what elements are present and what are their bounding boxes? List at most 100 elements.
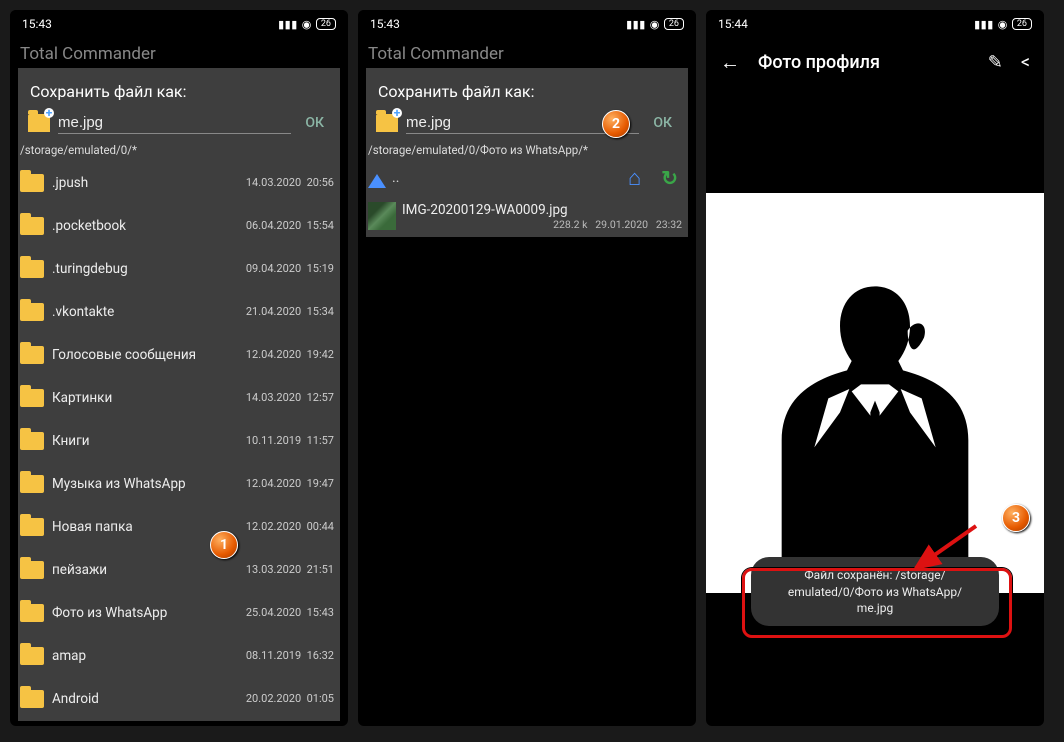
folder-row[interactable]: Музыка из WhatsApp 12.04.2020 19:47	[18, 462, 340, 505]
app-title: Total Commander	[358, 38, 696, 64]
image-thumbnail	[368, 202, 396, 230]
folder-icon	[20, 217, 44, 235]
parent-dir-label[interactable]: ..	[392, 170, 624, 186]
file-name: IMG-20200129-WA0009.jpg	[402, 202, 682, 218]
home-icon[interactable]: ⌂	[628, 165, 641, 191]
status-bar: 15:44 ▮▮▮ ◉ 26	[706, 10, 1044, 38]
folder-meta: 14.03.2020 12:57	[200, 380, 334, 415]
dialog-title: Сохранить файл как:	[18, 78, 340, 111]
folder-name: Новая папка	[52, 519, 200, 535]
annotation-badge-2: 2	[602, 110, 630, 138]
folder-list[interactable]: .jpush 14.03.2020 20:56.pocketbook 06.04…	[18, 161, 340, 721]
dialog-title: Сохранить файл как:	[366, 78, 688, 111]
folder-icon	[20, 604, 44, 622]
profile-photo	[706, 193, 1044, 593]
folder-name: Android	[52, 691, 200, 707]
folder-row[interactable]: .vkontakte 21.04.2020 15:34	[18, 290, 340, 333]
folder-icon	[20, 518, 44, 536]
folder-icon	[20, 647, 44, 665]
folder-row[interactable]: Картинки 14.03.2020 12:57	[18, 376, 340, 419]
clock: 15:43	[370, 17, 400, 31]
folder-name: .pocketbook	[52, 218, 200, 234]
clock: 15:44	[718, 17, 748, 31]
edit-icon[interactable]: ✎	[988, 52, 1003, 73]
signal-icon: ▮▮▮	[626, 18, 646, 31]
folder-meta: 08.11.2019 16:32	[200, 638, 334, 673]
folder-name: Голосовые сообщения	[52, 347, 200, 363]
folder-name: .jpush	[52, 175, 200, 191]
folder-meta: 21.04.2020 15:34	[200, 294, 334, 329]
screenshot-2: 15:43 ▮▮▮ ◉ 26 Total Commander Сохранить…	[358, 10, 696, 726]
battery-percent: 26	[316, 18, 336, 30]
current-path: /storage/emulated/0/Фото из WhatsApp/*	[366, 141, 688, 161]
folder-meta: 06.04.2020 15:54	[200, 208, 334, 243]
status-bar: 15:43 ▮▮▮ ◉ 26	[358, 10, 696, 38]
folder-icon	[20, 432, 44, 450]
folder-name: .turingdebug	[52, 261, 200, 277]
folder-name: пейзажи	[52, 562, 200, 578]
share-icon[interactable]: <	[1021, 52, 1030, 73]
signal-icon: ▮▮▮	[974, 18, 994, 31]
status-bar: 15:43 ▮▮▮ ◉ 26	[10, 10, 348, 38]
folder-icon	[20, 346, 44, 364]
new-folder-icon[interactable]	[28, 114, 50, 132]
folder-meta: 12.04.2020 19:47	[200, 466, 334, 501]
folder-icon	[20, 303, 44, 321]
annotation-arrow	[904, 520, 984, 580]
ok-button[interactable]: ОК	[647, 111, 678, 135]
folder-meta: 09.04.2020 15:19	[200, 251, 334, 286]
folder-meta: 20.02.2020 01:05	[200, 681, 334, 716]
annotation-badge-1: 1	[210, 531, 238, 559]
refresh-icon[interactable]: ↻	[661, 166, 678, 190]
folder-meta: 10.11.2019 11:57	[200, 423, 334, 458]
battery-percent: 26	[664, 18, 684, 30]
save-dialog: Сохранить файл как: ОК /storage/emulated…	[18, 68, 340, 721]
folder-icon	[20, 561, 44, 579]
folder-toolbar: .. ⌂ ↻	[366, 161, 688, 195]
annotation-badge-3: 3	[1002, 504, 1030, 532]
folder-row[interactable]: .jpush 14.03.2020 20:56	[18, 161, 340, 204]
folder-row[interactable]: Книги 10.11.2019 11:57	[18, 419, 340, 462]
folder-name: Музыка из WhatsApp	[52, 476, 200, 492]
folder-row[interactable]: .turingdebug 09.04.2020 15:19	[18, 247, 340, 290]
folder-name: amap	[52, 648, 200, 664]
file-row[interactable]: IMG-20200129-WA0009.jpg 228.2 k 29.01.20…	[366, 195, 688, 237]
profile-header: ← Фото профиля ✎ <	[706, 38, 1044, 83]
folder-row[interactable]: Новая папка 12.02.2020 00:44	[18, 505, 340, 548]
folder-meta: 14.03.2020 20:56	[200, 165, 334, 200]
folder-meta: 25.04.2020 15:43	[200, 595, 334, 630]
folder-row[interactable]: .pocketbook 06.04.2020 15:54	[18, 204, 340, 247]
folder-name: Книги	[52, 433, 200, 449]
folder-name: Картинки	[52, 390, 200, 406]
wifi-icon: ◉	[998, 18, 1008, 31]
folder-row[interactable]: amap 08.11.2019 16:32	[18, 634, 340, 677]
folder-row[interactable]: Фото из WhatsApp 25.04.2020 15:43	[18, 591, 340, 634]
folder-icon	[20, 475, 44, 493]
page-title: Фото профиля	[758, 52, 970, 73]
up-arrow-icon[interactable]	[368, 168, 388, 188]
wifi-icon: ◉	[650, 18, 660, 31]
folder-icon	[20, 174, 44, 192]
clock: 15:43	[22, 17, 52, 31]
folder-name: Фото из WhatsApp	[52, 605, 200, 621]
wifi-icon: ◉	[302, 18, 312, 31]
signal-icon: ▮▮▮	[278, 18, 298, 31]
folder-row[interactable]: backups 09.04.2020 15:19	[18, 720, 340, 721]
ok-button[interactable]: ОК	[299, 111, 330, 135]
folder-row[interactable]: пейзажи 13.03.2020 21:51	[18, 548, 340, 591]
folder-row[interactable]: Голосовые сообщения 12.04.2020 19:42	[18, 333, 340, 376]
folder-name: .vkontakte	[52, 304, 200, 320]
folder-row[interactable]: Android 20.02.2020 01:05	[18, 677, 340, 720]
back-icon[interactable]: ←	[720, 50, 740, 75]
screenshot-3: 15:44 ▮▮▮ ◉ 26 ← Фото профиля ✎ < Файл с…	[706, 10, 1044, 726]
folder-meta: 12.04.2020 19:42	[200, 337, 334, 372]
battery-percent: 26	[1012, 18, 1032, 30]
save-dialog: Сохранить файл как: ОК /storage/emulated…	[366, 68, 688, 237]
folder-icon	[20, 690, 44, 708]
folder-icon	[20, 389, 44, 407]
current-path: /storage/emulated/0/*	[18, 141, 340, 161]
folder-icon	[20, 260, 44, 278]
new-folder-icon[interactable]	[376, 114, 398, 132]
filename-input[interactable]	[58, 112, 291, 134]
app-title: Total Commander	[10, 38, 348, 64]
